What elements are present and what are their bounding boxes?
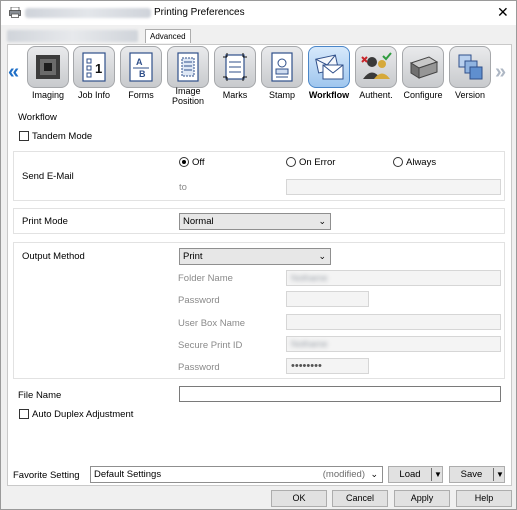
tab-workflow[interactable]: Workflow xyxy=(306,46,352,101)
tab-job-info[interactable]: 1 Job Info xyxy=(71,46,117,101)
file-name-field[interactable] xyxy=(179,386,501,402)
secure-print-id-value: Nothame xyxy=(291,339,328,349)
split-separator xyxy=(431,468,432,481)
tab-configure[interactable]: Configure xyxy=(400,46,446,101)
email-to-field[interactable] xyxy=(286,179,501,195)
load-button[interactable]: Load ▼ xyxy=(388,466,443,483)
password-field[interactable] xyxy=(286,291,369,307)
configure-icon xyxy=(402,46,444,88)
tab-label: Forms xyxy=(128,90,154,100)
print-mode-value: Normal xyxy=(183,216,214,227)
scroll-left-icon[interactable]: « xyxy=(8,62,19,82)
tab-forms[interactable]: AB Forms xyxy=(118,46,164,101)
printer-icon xyxy=(9,7,21,18)
user-box-name-field[interactable] xyxy=(286,314,501,330)
print-mode-select[interactable]: Normal ⌄ xyxy=(179,213,331,230)
auto-duplex-checkbox[interactable] xyxy=(19,409,29,419)
email-always-label: Always xyxy=(406,157,437,168)
secure-password-label: Password xyxy=(178,362,220,373)
print-mode-label: Print Mode xyxy=(22,216,68,227)
scroll-right-icon[interactable]: » xyxy=(495,62,506,82)
workflow-icon xyxy=(308,46,350,88)
close-icon[interactable]: ✕ xyxy=(497,4,509,20)
email-off-radio[interactable] xyxy=(179,157,189,167)
printing-preferences-window: Printing Preferences ✕ Advanced « Imagin… xyxy=(0,0,517,510)
output-method-select[interactable]: Print ⌄ xyxy=(179,248,331,265)
output-method-label: Output Method xyxy=(22,251,85,262)
tab-label: Configure xyxy=(403,90,443,100)
email-to-label: to xyxy=(179,182,187,193)
secure-print-id-field[interactable]: Nothame xyxy=(286,336,501,352)
forms-icon: AB xyxy=(120,46,162,88)
tab-version[interactable]: Version xyxy=(447,46,493,101)
tab-marks[interactable]: Marks xyxy=(212,46,258,101)
tab-label: Version xyxy=(454,90,486,100)
window-title: Printing Preferences xyxy=(154,7,245,18)
svg-text:1: 1 xyxy=(95,61,102,76)
marks-icon xyxy=(214,46,256,88)
secure-password-field[interactable]: •••••••• xyxy=(286,358,369,374)
job-info-icon: 1 xyxy=(73,46,115,88)
caret-down-icon[interactable]: ▼ xyxy=(434,467,442,482)
ok-button[interactable]: OK xyxy=(271,490,327,507)
save-button-label: Save xyxy=(460,469,483,480)
user-box-name-label: User Box Name xyxy=(178,318,246,329)
tab-stamp[interactable]: Stamp xyxy=(259,46,305,101)
auto-duplex-label: Auto Duplex Adjustment xyxy=(32,409,134,420)
tab-imaging[interactable]: Imaging xyxy=(25,46,71,101)
help-button[interactable]: Help xyxy=(456,490,512,507)
feature-icon-strip: « Imaging 1 Job Info AB Forms Image Posi… xyxy=(8,46,511,106)
chevron-down-icon: ⌄ xyxy=(370,469,378,479)
stamp-icon xyxy=(261,46,303,88)
tandem-mode-checkbox[interactable] xyxy=(19,131,29,141)
tab-label: Job Info xyxy=(77,90,111,100)
favorite-setting-select[interactable]: Default Settings (modified) ⌄ xyxy=(90,466,383,483)
svg-text:A: A xyxy=(136,57,143,67)
tab-row: Advanced xyxy=(7,28,512,44)
authentication-icon xyxy=(355,46,397,88)
tab-image-position[interactable]: Image Position xyxy=(165,46,211,106)
folder-name-field[interactable]: Nothame xyxy=(286,270,501,286)
email-off-label: Off xyxy=(192,157,205,168)
tab-redacted[interactable] xyxy=(7,30,138,42)
tab-label: Workflow xyxy=(308,90,350,100)
output-method-value: Print xyxy=(183,251,203,262)
save-button[interactable]: Save ▼ xyxy=(449,466,505,483)
version-icon xyxy=(449,46,491,88)
chevron-down-icon: ⌄ xyxy=(318,251,326,261)
secure-print-id-label: Secure Print ID xyxy=(178,340,243,351)
printer-name-redacted xyxy=(25,8,151,18)
tab-label: Authent. xyxy=(359,90,393,100)
favorite-setting-value: Default Settings xyxy=(94,469,162,480)
tandem-mode-label: Tandem Mode xyxy=(32,131,93,142)
tab-advanced[interactable]: Advanced xyxy=(145,29,191,43)
tab-label: Imaging xyxy=(31,90,65,100)
folder-name-value: Nothame xyxy=(291,273,328,283)
chevron-down-icon: ⌄ xyxy=(318,216,326,226)
email-on-error-radio[interactable] xyxy=(286,157,296,167)
email-always-radio[interactable] xyxy=(393,157,403,167)
svg-text:B: B xyxy=(139,69,146,79)
image-position-icon xyxy=(167,46,209,88)
password-label: Password xyxy=(178,295,220,306)
apply-button[interactable]: Apply xyxy=(394,490,450,507)
caret-down-icon[interactable]: ▼ xyxy=(496,467,504,482)
tab-authentication[interactable]: Authent. xyxy=(353,46,399,101)
split-separator xyxy=(493,468,494,481)
favorite-modified-indicator: (modified) xyxy=(322,469,365,480)
section-title-workflow: Workflow xyxy=(18,112,57,123)
tab-label: Marks xyxy=(222,90,248,100)
title-bar: Printing Preferences ✕ xyxy=(1,1,516,25)
tab-label: Stamp xyxy=(268,90,295,100)
imaging-icon xyxy=(27,46,69,88)
folder-name-label: Folder Name xyxy=(178,273,233,284)
tab-label-line2: Position xyxy=(171,95,205,106)
send-email-label: Send E-Mail xyxy=(22,171,74,182)
cancel-button[interactable]: Cancel xyxy=(332,490,388,507)
file-name-label: File Name xyxy=(18,390,62,401)
favorite-setting-label: Favorite Setting xyxy=(13,470,80,481)
email-on-error-label: On Error xyxy=(299,157,336,168)
load-button-label: Load xyxy=(399,469,421,480)
